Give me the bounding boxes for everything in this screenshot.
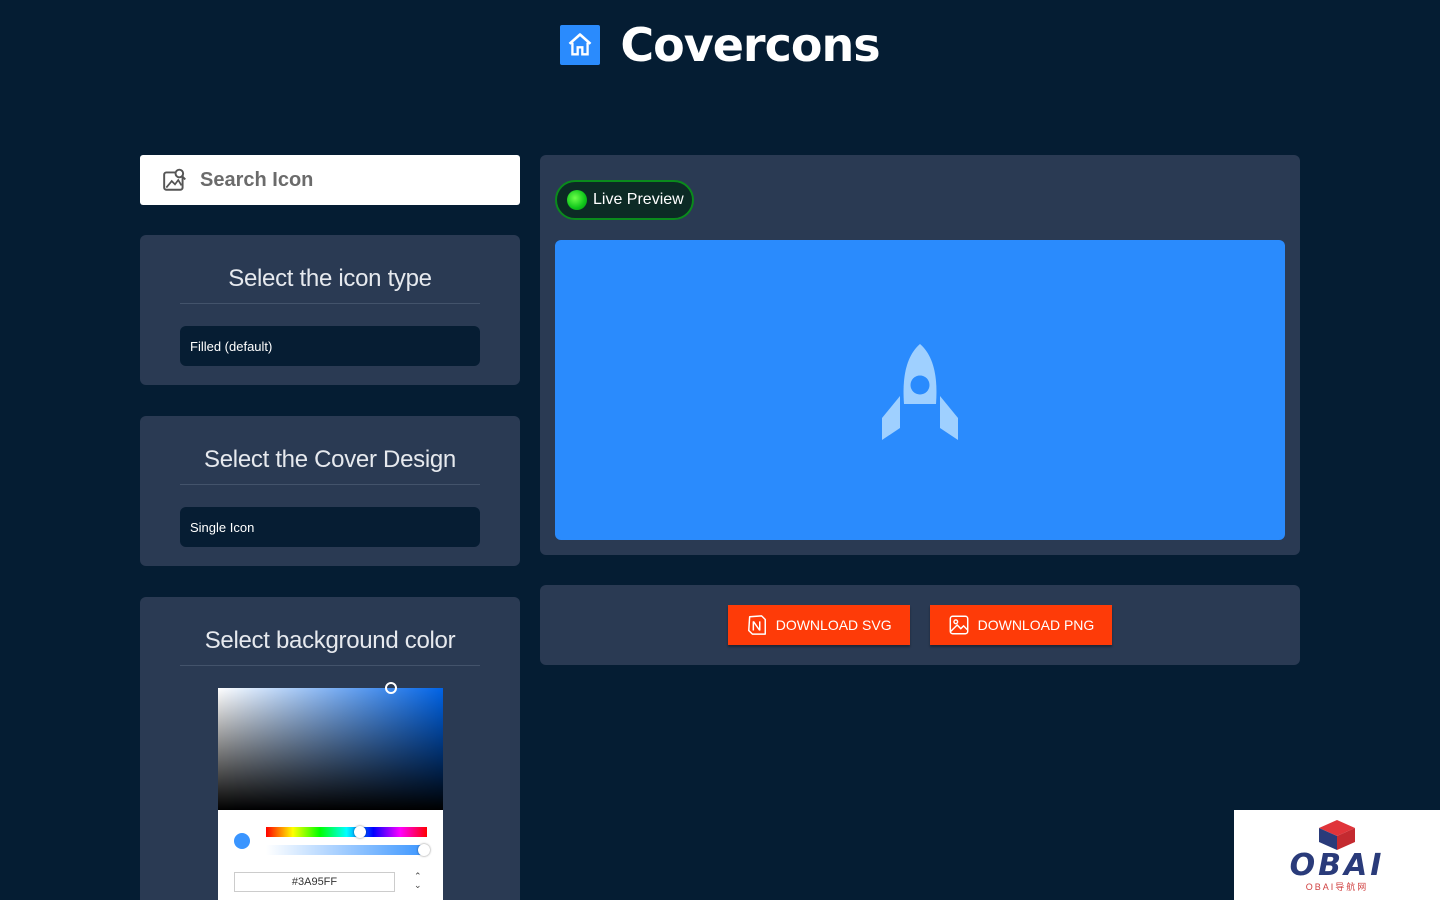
watermark-subtext: OBAI导航网 [1305,881,1369,892]
download-svg-button[interactable]: DOWNLOAD SVG [727,605,910,645]
download-card: DOWNLOAD SVG DOWNLOAD PNG [540,585,1300,665]
alpha-slider-knob[interactable] [418,844,430,856]
format-toggle-icon[interactable]: ⌃ ⌄ [414,872,422,890]
live-preview-label: Live Preview [593,191,684,208]
saturation-handle[interactable] [385,682,397,694]
notion-icon [747,615,766,635]
image-icon [949,615,969,635]
download-svg-label: DOWNLOAD SVG [775,617,892,633]
color-swatch [234,833,250,849]
icon-type-select[interactable]: Filled (default) [180,326,480,366]
preview-card: Live Preview [540,155,1300,555]
cover-design-select[interactable]: Single Icon [180,507,480,547]
icon-type-title: Select the icon type [180,265,480,304]
watermark-text: OBAI [1289,847,1385,883]
hex-input[interactable]: #3A95FF [234,872,395,892]
search-label: Search Icon [200,168,314,191]
search-icon-button[interactable]: Search Icon [140,155,520,205]
hue-slider[interactable] [266,826,427,838]
rocket-icon [882,344,958,440]
bg-color-title: Select background color [180,627,480,666]
download-png-button[interactable]: DOWNLOAD PNG [929,605,1113,645]
cube-logo-icon [1319,819,1355,850]
icon-type-panel: Select the icon type Filled (default) [140,235,520,385]
app-header: Covercons [0,18,1440,72]
cover-design-panel: Select the Cover Design Single Icon [140,416,520,566]
bg-color-panel: Select background color #3A95FF ⌃ ⌄ [140,597,520,900]
brand-title: Covercons [620,18,880,72]
alpha-slider[interactable] [266,844,430,856]
cover-preview [555,240,1285,540]
live-status-dot [567,190,587,210]
watermark-logo: OBAI OBAI导航网 [1234,810,1440,900]
color-picker: #3A95FF ⌃ ⌄ [218,682,443,900]
home-icon [569,33,592,56]
image-search-icon [163,168,186,191]
saturation-area[interactable] [218,682,443,810]
live-preview-badge: Live Preview [555,180,694,220]
download-png-label: DOWNLOAD PNG [977,617,1095,633]
hue-slider-knob[interactable] [354,826,366,838]
cover-design-title: Select the Cover Design [180,446,480,485]
logo[interactable] [560,25,601,65]
